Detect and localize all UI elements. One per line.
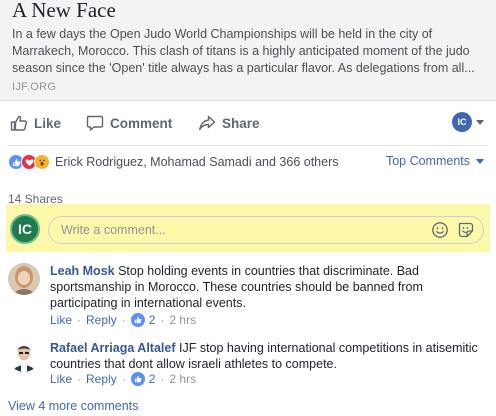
divider [8, 145, 488, 146]
page-selector[interactable]: IC [452, 112, 484, 132]
like-count-icon [130, 372, 145, 386]
sticker-icon[interactable] [457, 221, 475, 239]
like-button[interactable]: Like [10, 108, 61, 138]
link-description-line: In a few days the Open Judo World Champi… [12, 27, 433, 41]
comment-like-link[interactable]: Like [50, 372, 72, 386]
share-label: Share [222, 115, 260, 131]
comment-like-link[interactable]: Like [50, 313, 72, 327]
avatar[interactable] [8, 263, 40, 295]
share-icon [199, 115, 216, 131]
comment-composer: IC [6, 204, 490, 252]
comment-box[interactable] [48, 216, 484, 244]
link-description-line: season since the 'Open' title always has… [12, 61, 475, 75]
reaction-icons [8, 154, 50, 170]
post-action-bar: Like Comment Share IC [0, 108, 496, 138]
avatar: IC [10, 214, 40, 244]
chevron-down-icon [476, 119, 484, 125]
link-description-line: Marrakech, Morocco. This clash of titans… [12, 44, 470, 58]
like-count-icon [130, 313, 145, 327]
comment-sort-dropdown[interactable]: Top Comments [386, 154, 484, 168]
chevron-down-icon [476, 158, 484, 164]
comment-meta: Like · Reply · 2 · 2 hrs [50, 313, 197, 327]
reactions-text: Erick Rodriguez, Mohamad Samadi and 366 … [55, 155, 339, 169]
comment-reply-link[interactable]: Reply [86, 372, 117, 386]
share-button[interactable]: Share [198, 108, 260, 138]
comment-sort-label: Top Comments [385, 154, 470, 168]
comment-author[interactable]: Rafael Arriaga Altalef [50, 341, 176, 355]
comment-timestamp[interactable]: 2 hrs [169, 313, 196, 327]
comment-meta: Like · Reply · 2 · 2 hrs [50, 372, 197, 386]
link-domain: IJF.ORG [12, 81, 57, 93]
comment-label: Comment [110, 115, 173, 131]
avatar-initials: IC [18, 221, 32, 237]
emoji-icon[interactable] [431, 221, 449, 239]
comment-author[interactable]: Leah Mosk [50, 264, 115, 278]
comment-button[interactable]: Comment [86, 108, 172, 138]
comment-like-count[interactable]: 2 [149, 372, 156, 386]
comment-reply-link[interactable]: Reply [86, 313, 117, 327]
view-more-comments-link[interactable]: View 4 more comments [8, 399, 138, 413]
page-avatar: IC [452, 112, 472, 132]
comment-icon [86, 115, 104, 131]
comment-body: Leah Mosk Stop holding events in countri… [50, 263, 482, 311]
comment-timestamp[interactable]: 2 hrs [169, 372, 196, 386]
link-title[interactable]: A New Face [12, 0, 116, 23]
link-description: In a few days the Open Judo World Champi… [12, 26, 487, 77]
link-preview-card[interactable]: A New Face In a few days the Open Judo W… [0, 0, 496, 101]
thumbs-up-icon [10, 115, 28, 131]
like-label: Like [34, 115, 62, 131]
avatar[interactable] [8, 340, 40, 372]
wow-reaction-icon [34, 154, 50, 170]
comment-body: Rafael Arriaga Altalef IJF stop having i… [50, 340, 482, 372]
reactions-summary[interactable]: Erick Rodriguez, Mohamad Samadi and 366 … [8, 152, 338, 172]
comment-input[interactable] [61, 217, 401, 243]
comment-like-count[interactable]: 2 [149, 313, 156, 327]
